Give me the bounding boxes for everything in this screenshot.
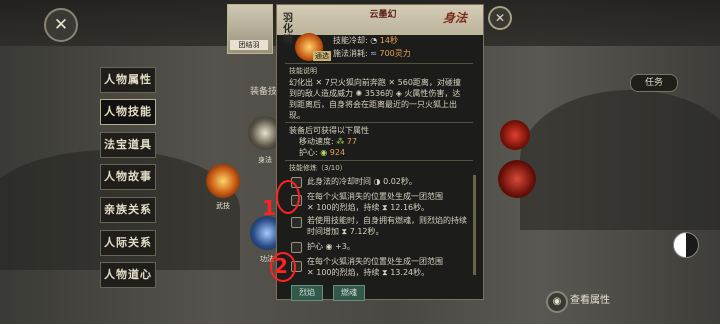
menu-social-relations[interactable]: 人际关系: [100, 230, 156, 256]
cost-value: 700灵力: [379, 49, 411, 58]
training-lock-icon[interactable]: [291, 242, 302, 253]
guard-row: 护心: ◉ 924: [299, 147, 345, 158]
skill-type-tag: 通选: [313, 51, 331, 61]
description-line-1: 幻化出 ✕ 7只火狐向前奔跑 ✕ 560距离，对碰撞: [289, 78, 461, 87]
cost-row: 施法消耗: ≈ 700灵力: [333, 48, 411, 59]
view-attributes-label: 查看属性: [570, 295, 610, 306]
slot-martial-label: 武技: [216, 202, 230, 210]
skill-type-seal: 身法: [443, 11, 468, 25]
shield-icon: ◉: [320, 148, 328, 157]
menu-clan-relations[interactable]: 亲族关系: [100, 197, 156, 223]
move-speed-value: 77: [346, 137, 357, 146]
skill-detail-panel: 羽化境 云墨幻 身法 通选 技能冷却: ◔ 14秒 施法消耗: ≈ 700灵力 …: [276, 4, 484, 301]
move-speed-label: 移动速度:: [299, 137, 334, 146]
right-skill-icon[interactable]: [500, 120, 530, 150]
training-row-3a: 若使用技能时，自身拥有燃魂，则烈焰的持续: [307, 216, 467, 225]
divider: [285, 122, 473, 123]
slot-movement-label: 身法: [258, 156, 272, 164]
menu-character-skills[interactable]: 人物技能: [100, 99, 156, 125]
mountain-right: [520, 90, 720, 230]
realm-vertical-title: 羽化境: [283, 13, 293, 46]
clock-icon: ◔: [370, 36, 378, 45]
panel-close-icon[interactable]: ✕: [488, 6, 512, 30]
description-line-2: 到的敌人造成威力 ✺ 3536的 ◈ 火属性伤害，达: [289, 89, 461, 98]
description-line-4: 现。: [289, 111, 305, 120]
description-header: 技能说明: [289, 67, 317, 75]
eye-icon: ◉: [546, 291, 568, 313]
equip-bonus-header: 装备后可获得以下属性: [289, 126, 369, 135]
spirit-icon: ≈: [370, 49, 377, 58]
guard-value: 924: [329, 148, 346, 157]
annotation-circle-1: [276, 180, 300, 214]
annotation-mark-1: 1: [262, 196, 276, 220]
training-row-5a: 在每个火狐消失的位置处生成一团范围: [307, 257, 443, 266]
training-row-3b: 时间增加 ⧗ 7.12秒。: [307, 227, 384, 236]
training-row-2a: 在每个火狐消失的位置处生成一团范围: [307, 192, 443, 201]
burning-soul-button[interactable]: 燃魂: [333, 285, 365, 301]
right-skill-icon-2[interactable]: [498, 160, 536, 198]
menu-dao-heart[interactable]: 人物道心: [100, 262, 156, 288]
move-speed-row: 移动速度: ⁂ 77: [299, 136, 357, 147]
cooldown-value: 14秒: [379, 36, 398, 45]
boot-icon: ⁂: [336, 137, 345, 146]
annotation-mark-2: 2: [274, 254, 288, 278]
menu-character-attributes[interactable]: 人物属性: [100, 67, 156, 93]
panel-scrollbar[interactable]: [473, 175, 476, 275]
martial-skill-slot-icon[interactable]: [206, 164, 240, 198]
view-attributes-button[interactable]: ◉ 查看属性: [546, 291, 616, 313]
cooldown-row: 技能冷却: ◔ 14秒: [333, 35, 398, 46]
training-row-5b: ✕ 100的烈焰，持续 ⧗ 13.24秒。: [307, 268, 430, 277]
description-line-3: 到距离后，自身将会在距离最近的一只火狐上出: [289, 100, 457, 109]
training-lock-icon[interactable]: [291, 217, 302, 228]
equip-label: 装备技: [250, 87, 278, 97]
close-icon[interactable]: ✕: [44, 8, 78, 42]
divider: [285, 160, 473, 161]
training-row-2b: ✕ 100的烈焰，持续 ⧗ 12.16秒。: [307, 203, 430, 212]
divider: [285, 63, 473, 64]
menu-magic-items[interactable]: 法宝道具: [100, 132, 156, 158]
training-header: 技能修炼（3/10）: [289, 164, 347, 172]
yin-yang-icon[interactable]: [673, 232, 699, 258]
avatar-name: 团结羽: [230, 40, 268, 50]
cooldown-label: 技能冷却:: [333, 36, 368, 45]
training-row-4: 护心 ◉ +3。: [307, 242, 355, 251]
training-row-1: 此身法的冷却时间 ◑ 0.02秒。: [307, 177, 417, 186]
skill-name: 云墨幻: [369, 10, 397, 20]
cost-label: 施法消耗:: [333, 49, 368, 58]
menu-character-story[interactable]: 人物故事: [100, 164, 156, 190]
flame-button[interactable]: 烈焰: [291, 285, 323, 301]
guard-label: 护心:: [299, 148, 318, 157]
task-button[interactable]: 任务: [630, 74, 678, 92]
